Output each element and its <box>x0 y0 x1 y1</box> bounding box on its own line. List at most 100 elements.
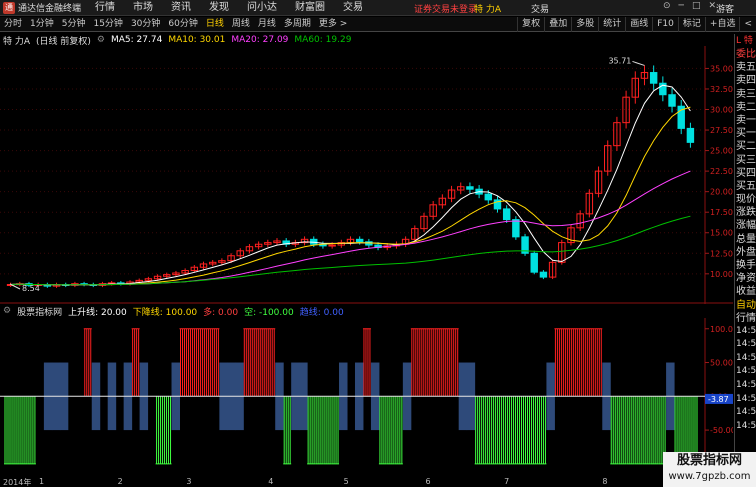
login-notice[interactable]: 证券交易未登录 <box>414 2 477 15</box>
indicator-settings-icon[interactable]: ⚙ <box>3 306 11 316</box>
maximize-icon[interactable]: □ <box>692 1 701 11</box>
tool-multi-stock[interactable]: 多股 <box>571 17 598 32</box>
menu-item-discover[interactable]: 发现 <box>200 0 238 16</box>
tool-collapse[interactable]: < <box>739 17 756 32</box>
period-monthly[interactable]: 月线 <box>254 17 280 32</box>
menu-item-ask[interactable]: 问小达 <box>238 0 286 16</box>
candle-body-52 <box>484 193 493 201</box>
menu-item-quotes[interactable]: 行情 <box>86 0 124 16</box>
settings-icon[interactable]: ⊙ <box>663 1 671 11</box>
tick-time-2: 14:56 <box>736 352 756 363</box>
current-value-label: -3.87 <box>708 395 729 404</box>
close-icon[interactable]: ✕ <box>708 1 716 11</box>
ma5-value: MA5: 27.74 <box>111 35 163 45</box>
candlestick-chart[interactable]: 10.00 12.50 15.00 17.50 20.00 22.50 25.00 27.50… <box>0 46 733 304</box>
date-label-0: 2014年 <box>3 478 32 487</box>
trend-value: 趋线: 0.00 <box>299 307 344 318</box>
candle-body-74 <box>686 127 695 143</box>
date-label-2: 2 <box>117 477 123 486</box>
quote-field-8: 买三 <box>736 154 756 166</box>
y-tick-label-8: 30.00 <box>710 106 733 115</box>
minimize-icon[interactable]: ─ <box>679 1 684 11</box>
trade-link[interactable]: 交易 <box>531 2 549 15</box>
quote-field-4: 卖二 <box>736 101 756 113</box>
menu-item-trade[interactable]: 交易 <box>334 0 372 16</box>
date-label-7: 7 <box>504 477 510 486</box>
candle-body-57 <box>530 252 538 273</box>
settings-gear-icon[interactable]: ⚙ <box>97 35 105 45</box>
duo-value: 多: 0.00 <box>203 307 239 318</box>
candle-body-72 <box>668 94 676 107</box>
quote-field-3: 卖三 <box>736 88 756 100</box>
guest-user[interactable]: 游客 <box>716 2 734 15</box>
candle-body-55 <box>512 219 520 238</box>
period-intraday[interactable]: 分时 <box>0 17 26 32</box>
tool-mark[interactable]: 标记 <box>677 17 705 32</box>
watermark-url: www.7gpzb.com <box>668 471 751 482</box>
ma10-value: MA10: 30.01 <box>168 35 226 45</box>
tab-auto[interactable]: 自动 <box>735 299 756 312</box>
quote-field-11: 现价 <box>736 194 756 206</box>
quote-field-2: 卖四 <box>736 75 756 87</box>
tool-overlay[interactable]: 叠加 <box>544 17 571 32</box>
tab-quotes[interactable]: 行情 <box>735 312 756 325</box>
stock-name: 特 力A <box>3 36 31 47</box>
y-tick-label-2: 15.00 <box>710 229 733 238</box>
candle-body-70 <box>649 72 658 84</box>
kong-value: 空: -100.00 <box>244 307 294 318</box>
quote-field-9: 买四 <box>736 167 756 179</box>
tool-draw[interactable]: 画线 <box>625 17 652 32</box>
ma-info-line: 特 力A (日线 前复权) ⚙ MA5: 27.74 MA10: 30.01 M… <box>0 34 700 47</box>
ma20-value: MA20: 27.09 <box>231 35 289 45</box>
menu-item-news[interactable]: 资讯 <box>162 0 200 16</box>
period-multi[interactable]: 多周期 <box>280 17 315 32</box>
tool-adjust[interactable]: 复权 <box>517 17 544 32</box>
chart-mode: (日线 前复权) <box>36 36 91 47</box>
menu-item-wealth[interactable]: 财富圈 <box>286 0 334 16</box>
period-5min[interactable]: 5分钟 <box>58 17 90 32</box>
quote-field-10: 买五 <box>736 180 756 192</box>
quote-field-5: 卖一 <box>736 114 756 126</box>
panel-header[interactable]: L 特 <box>735 34 756 48</box>
candle-body-58 <box>539 271 548 278</box>
candle-body-38 <box>355 238 364 243</box>
app-logo: 通 通达信金融终端 <box>0 1 86 14</box>
period-more[interactable]: 更多 > <box>315 17 351 32</box>
low-price-label: 8.54 <box>22 284 40 293</box>
period-weekly[interactable]: 周线 <box>228 17 254 32</box>
date-axis: 2014年 1 2 3 4 5 6 7 8 <box>0 477 663 487</box>
period-30min[interactable]: 30分钟 <box>127 17 164 32</box>
ind-tick-label-0: 100.00 <box>710 325 733 334</box>
quote-field-13: 涨幅 <box>736 220 756 232</box>
tool-f10[interactable]: F10 <box>652 17 678 32</box>
date-label-4: 4 <box>268 477 274 486</box>
tool-stats[interactable]: 统计 <box>598 17 625 32</box>
menu-bar: 通 通达信金融终端 行情 市场 资讯 发现 问小达 财富圈 交易 证券交易未登录… <box>0 0 756 16</box>
watermark: 股票指标网 www.7gpzb.com <box>663 452 756 487</box>
tool-add-watchlist[interactable]: +自选 <box>704 17 740 32</box>
date-label-6: 6 <box>425 477 431 486</box>
quote-field-17: 净资 <box>736 273 756 285</box>
quote-side-panel: L 特 委比 卖五 卖四 卖三 卖二 卖一 买一 买二 买三 买四 买五 现价 涨跌 涨幅 总量 外盘 换手 净资… <box>734 34 756 487</box>
y-tick-label-0: 10.00 <box>710 270 733 279</box>
quote-field-1: 卖五 <box>736 62 756 74</box>
y-tick-label-4: 20.00 <box>710 188 733 197</box>
y-tick-label-1: 12.50 <box>710 249 733 258</box>
ma60-value: MA60: 19.29 <box>294 35 352 45</box>
tick-time-0: 14:56 <box>736 325 756 336</box>
indicator-chart[interactable]: 100.0050.000.00-50.00-3.87 <box>0 318 733 478</box>
period-15min[interactable]: 15分钟 <box>89 17 126 32</box>
quote-field-16: 换手 <box>736 260 756 271</box>
quote-field-0: 委比 <box>736 49 756 60</box>
period-1min[interactable]: 1分钟 <box>26 17 58 32</box>
tick-time-4: 14:56 <box>736 379 756 390</box>
date-label-1: 1 <box>39 477 45 486</box>
period-toolbar: 分时 1分钟 5分钟 15分钟 30分钟 60分钟 日线 周线 月线 多周期 更… <box>0 17 756 32</box>
period-daily[interactable]: 日线 <box>202 17 228 32</box>
y-tick-label-6: 25.00 <box>710 147 733 156</box>
y-tick-label-9: 32.50 <box>710 85 733 94</box>
menu-item-market[interactable]: 市场 <box>124 0 162 16</box>
period-60min[interactable]: 60分钟 <box>164 17 201 32</box>
quote-field-14: 总量 <box>736 233 756 245</box>
y-tick-label-3: 17.50 <box>710 208 733 217</box>
